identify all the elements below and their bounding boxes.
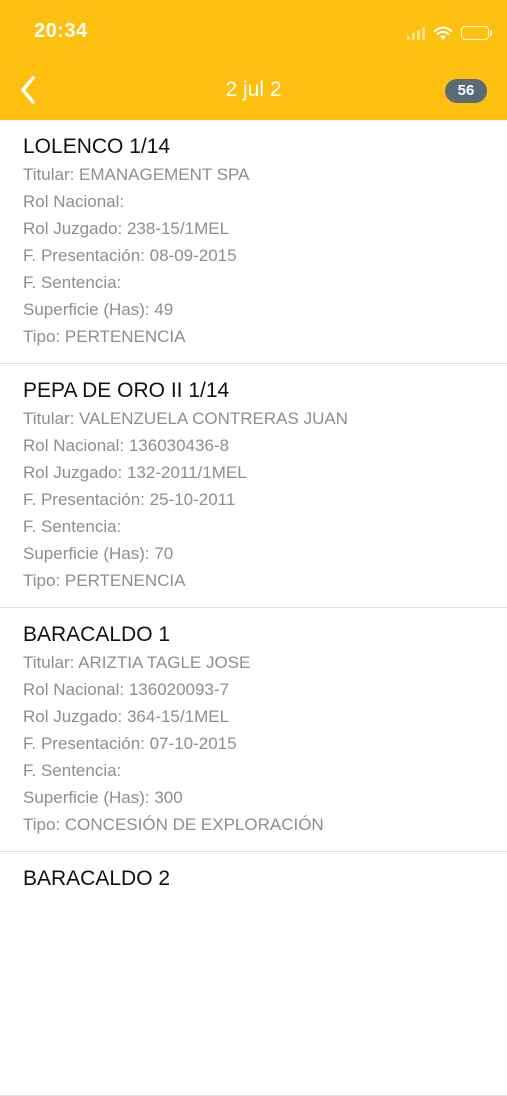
list-item[interactable]: BARACALDO 2: [0, 852, 507, 1096]
record-fecha-presentacion: F. Presentación: 25-10-2011: [23, 490, 236, 509]
records-list: LOLENCO 1/14 Titular: EMANAGEMENT SPA Ro…: [0, 120, 507, 1096]
list-item[interactable]: PEPA DE ORO II 1/14 Titular: VALENZUELA …: [0, 364, 507, 608]
record-name: PEPA DE ORO II 1/14: [23, 379, 230, 402]
record-fecha-presentacion: F. Presentación: 07-10-2015: [23, 734, 237, 753]
page-title: 2 jul 2: [225, 78, 282, 101]
record-rol-nacional: Rol Nacional:: [23, 192, 125, 211]
record-rol-nacional: Rol Nacional: 136020093-7: [23, 680, 230, 699]
record-rol-nacional: Rol Nacional: 136030436-8: [23, 436, 230, 455]
list-item[interactable]: BARACALDO 1 Titular: ARIZTIA TAGLE JOSE …: [0, 608, 507, 852]
record-titular: Titular: VALENZUELA CONTRERAS JUAN: [23, 409, 348, 428]
record-titular: Titular: EMANAGEMENT SPA: [23, 165, 250, 184]
status-icons: [407, 22, 492, 44]
signal-icon: [407, 26, 425, 40]
record-name: LOLENCO 1/14: [23, 135, 171, 158]
record-tipo: Tipo: PERTENENCIA: [23, 327, 186, 346]
status-bar: 20:34: [0, 0, 507, 64]
record-fecha-sentencia: F. Sentencia:: [23, 273, 122, 292]
record-superficie: Superficie (Has): 300: [23, 788, 183, 807]
record-fecha-presentacion: F. Presentación: 08-09-2015: [23, 246, 237, 265]
wifi-icon: [433, 26, 453, 41]
count-badge: 56: [445, 79, 487, 103]
status-time: 20:34: [34, 20, 88, 42]
record-rol-juzgado: Rol Juzgado: 132-2011/1MEL: [23, 463, 247, 482]
record-rol-juzgado: Rol Juzgado: 364-15/1MEL: [23, 707, 230, 726]
record-fecha-sentencia: F. Sentencia:: [23, 761, 122, 780]
record-superficie: Superficie (Has): 70: [23, 544, 174, 563]
battery-icon: [461, 26, 492, 40]
list-item[interactable]: LOLENCO 1/14 Titular: EMANAGEMENT SPA Ro…: [0, 120, 507, 364]
record-tipo: Tipo: PERTENENCIA: [23, 571, 186, 590]
record-rol-juzgado: Rol Juzgado: 238-15/1MEL: [23, 219, 230, 238]
record-tipo: Tipo: CONCESIÓN DE EXPLORACIÓN: [23, 815, 324, 834]
nav-bar: 2 jul 2 56: [0, 64, 507, 120]
record-titular: Titular: ARIZTIA TAGLE JOSE: [23, 653, 251, 672]
record-name: BARACALDO 2: [23, 867, 171, 890]
record-fecha-sentencia: F. Sentencia:: [23, 517, 122, 536]
record-superficie: Superficie (Has): 49: [23, 300, 174, 319]
record-name: BARACALDO 1: [23, 623, 171, 646]
app-header: 20:34 2 jul 2 56: [0, 0, 507, 120]
